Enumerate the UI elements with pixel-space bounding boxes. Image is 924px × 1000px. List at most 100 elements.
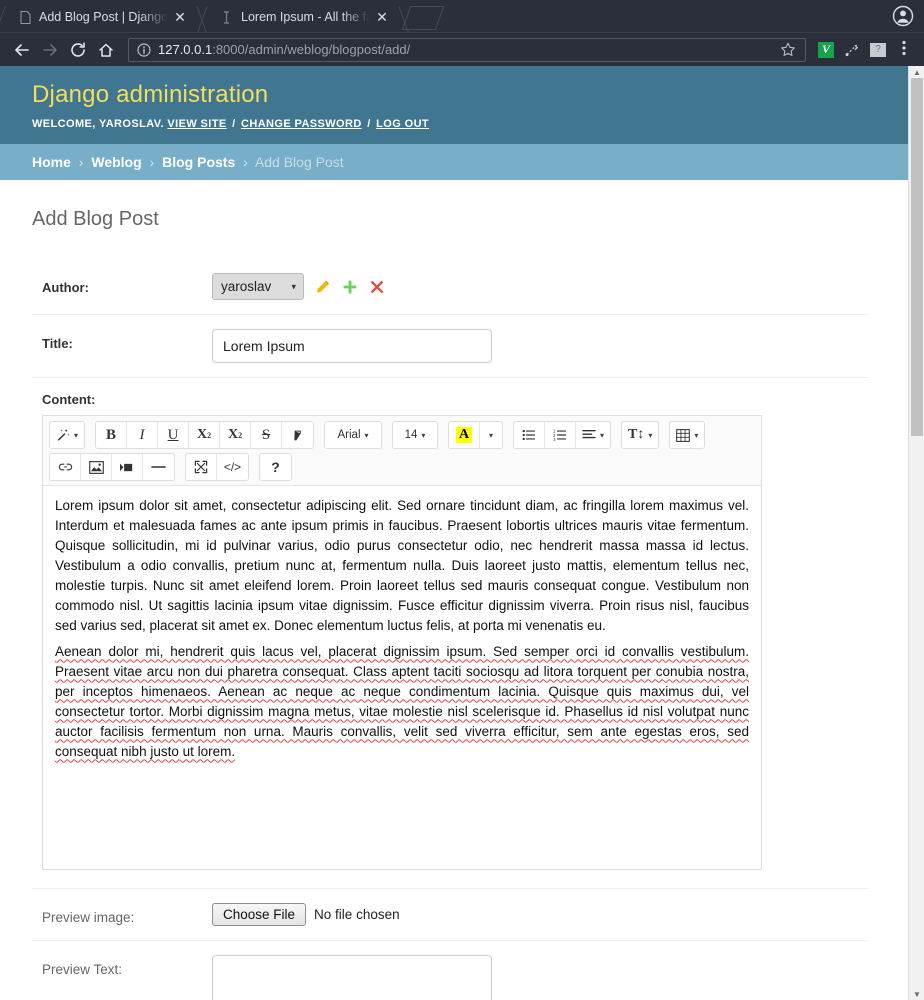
browser-chrome: Add Blog Post | Django si ✕ Lorem Ipsum … xyxy=(0,0,924,66)
breadcrumb: Home › Weblog › Blog Posts › Add Blog Po… xyxy=(0,144,908,181)
period: . xyxy=(160,118,164,131)
chevron-down-icon: ▾ xyxy=(421,430,426,440)
browser-tab-2[interactable]: Lorem Ipsum - All the fac ✕ xyxy=(197,2,409,32)
help-glyph: ? xyxy=(271,459,280,476)
add-related-icon[interactable] xyxy=(341,278,358,295)
author-select[interactable]: yaroslav xyxy=(212,273,304,301)
toolbar-group-font-family: Arial ▾ xyxy=(324,421,383,450)
table-dropdown[interactable]: ▾ xyxy=(670,422,705,449)
form-row-preview-image: Preview image: Choose File No file chose… xyxy=(32,889,868,942)
line-height-dropdown[interactable]: T↕ ▾ xyxy=(622,422,659,449)
url-host: 127.0.0.1 xyxy=(158,42,213,57)
view-site-link[interactable]: VIEW SITE xyxy=(167,118,226,130)
magic-styles-button[interactable]: ▾ xyxy=(50,422,85,449)
superscript-button[interactable]: X2 xyxy=(189,422,221,449)
home-button[interactable] xyxy=(92,36,120,64)
breadcrumb-item-blog-posts[interactable]: Blog Posts xyxy=(162,154,235,170)
insert-video-button[interactable] xyxy=(112,454,143,481)
scroll-up-arrow-icon[interactable]: ▲ xyxy=(909,66,924,78)
chevron-down-icon: ▾ xyxy=(74,430,79,440)
url-text: 127.0.0.1:8000/admin/weblog/blogpost/add… xyxy=(158,42,410,57)
browser-tab-title: Add Blog Post | Django si xyxy=(39,10,168,24)
reload-button[interactable] xyxy=(64,36,92,64)
delete-related-icon[interactable] xyxy=(368,278,385,295)
text-highlight-button[interactable]: A xyxy=(449,422,481,449)
django-header: Django administration WELCOME, YAROSLAV.… xyxy=(0,66,908,145)
highlight-color-dropdown[interactable]: ▾ xyxy=(480,422,503,449)
font-family-dropdown[interactable]: Arial ▾ xyxy=(325,422,382,449)
unknown-extension-icon[interactable]: ? xyxy=(866,38,890,62)
browser-tab-title: Lorem Ipsum - All the fac xyxy=(241,10,370,24)
ordered-list-button[interactable]: 123 xyxy=(545,422,577,449)
scrollbar-thumb[interactable] xyxy=(911,78,923,436)
chevron-down-icon: ▾ xyxy=(694,430,699,440)
editor-paragraph-2: Aenean dolor mi, hendrerit quis lacus ve… xyxy=(55,644,749,760)
insert-image-button[interactable] xyxy=(81,454,112,481)
breadcrumb-separator: › xyxy=(149,154,155,171)
scroll-down-arrow-icon[interactable]: ▼ xyxy=(909,988,924,1000)
info-circle-icon[interactable] xyxy=(137,42,151,57)
forward-button[interactable] xyxy=(36,36,64,64)
address-bar[interactable]: 127.0.0.1:8000/admin/weblog/blogpost/add… xyxy=(128,37,806,62)
unordered-list-button[interactable] xyxy=(514,422,546,449)
url-path: :8000/admin/weblog/blogpost/add/ xyxy=(212,42,411,57)
file-input-row: Choose File No file chosen xyxy=(212,903,400,927)
form-row-title: Title: xyxy=(32,315,868,379)
breadcrumb-separator: › xyxy=(243,154,248,171)
author-label: Author: xyxy=(42,280,89,296)
form-row-author: Author: yaroslav ▾ xyxy=(32,259,868,316)
help-button[interactable]: ? xyxy=(260,454,291,481)
page-title: Add Blog Post xyxy=(32,208,159,231)
tab-edge-left xyxy=(197,6,221,32)
subscript-button[interactable]: X2 xyxy=(220,422,252,449)
toolbar-group-highlight: A ▾ xyxy=(448,421,504,450)
italic-button[interactable]: I xyxy=(127,422,159,449)
new-tab-button[interactable] xyxy=(401,6,445,30)
preview-text-input[interactable] xyxy=(212,955,492,1000)
author-field-wrap: yaroslav ▾ xyxy=(212,273,868,301)
file-status-text: No file chosen xyxy=(314,907,400,923)
toolbar-group-help: ? xyxy=(259,453,292,482)
devtools-extension-icon[interactable] xyxy=(840,38,864,62)
preview-text-field-wrap xyxy=(212,955,868,1000)
chevron-down-icon: ▾ xyxy=(489,430,494,440)
extension-badge: ? xyxy=(870,42,886,57)
horizontal-rule-button[interactable] xyxy=(143,454,174,481)
browser-toolbar: 127.0.0.1:8000/admin/weblog/blogpost/add… xyxy=(0,32,924,66)
font-size-dropdown[interactable]: 14 ▾ xyxy=(393,422,438,449)
editor-content-area[interactable]: Lorem ipsum dolor sit amet, consectetur … xyxy=(43,486,761,869)
change-password-link[interactable]: CHANGE PASSWORD xyxy=(241,118,362,130)
font-size-value: 14 xyxy=(404,429,418,442)
account-circle-icon[interactable] xyxy=(892,5,914,27)
fullscreen-button[interactable] xyxy=(186,454,217,481)
change-related-icon[interactable] xyxy=(314,278,331,295)
title-input[interactable] xyxy=(212,329,492,364)
breadcrumb-item-home[interactable]: Home xyxy=(32,154,71,170)
author-select-shell: yaroslav ▾ xyxy=(212,273,304,301)
bold-button[interactable]: B xyxy=(96,422,128,449)
usertools-separator: / xyxy=(367,118,371,131)
browser-tab-1[interactable]: Add Blog Post | Django si ✕ xyxy=(0,2,207,32)
code-view-button[interactable]: </> xyxy=(217,454,248,481)
font-family-value: Arial xyxy=(337,429,361,442)
align-dropdown[interactable]: ▾ xyxy=(576,422,611,449)
underline-button[interactable]: U xyxy=(158,422,190,449)
strikethrough-button[interactable]: S xyxy=(251,422,283,449)
breadcrumb-item-weblog[interactable]: Weblog xyxy=(91,154,141,170)
username: YAROSLAV xyxy=(98,118,161,131)
editor-paragraph-1: Lorem ipsum dolor sit amet, consectetur … xyxy=(55,498,749,634)
browser-menu-button[interactable] xyxy=(892,38,916,62)
bookmark-star-icon[interactable] xyxy=(779,41,797,59)
vertical-scrollbar[interactable]: ▲ ▼ xyxy=(908,66,924,1000)
page-viewport: Django administration WELCOME, YAROSLAV.… xyxy=(0,66,924,1000)
back-button[interactable] xyxy=(8,36,36,64)
rich-text-editor: ▾ B I U X2 X2 S Arial ▾ 14 ▾ A ▾ 1 2 3 ▾… xyxy=(42,415,762,871)
toolbar-group-view: </> xyxy=(185,453,249,482)
site-branding: Django administration xyxy=(32,81,269,108)
choose-file-button[interactable]: Choose File xyxy=(212,903,307,927)
editor-toolbar: ▾ B I U X2 X2 S Arial ▾ 14 ▾ A ▾ 1 2 3 ▾… xyxy=(43,416,761,487)
clear-format-button[interactable] xyxy=(282,422,314,449)
vimium-extension-icon[interactable]: V xyxy=(814,38,838,62)
insert-link-button[interactable] xyxy=(50,454,81,481)
log-out-link[interactable]: LOG OUT xyxy=(376,118,429,130)
